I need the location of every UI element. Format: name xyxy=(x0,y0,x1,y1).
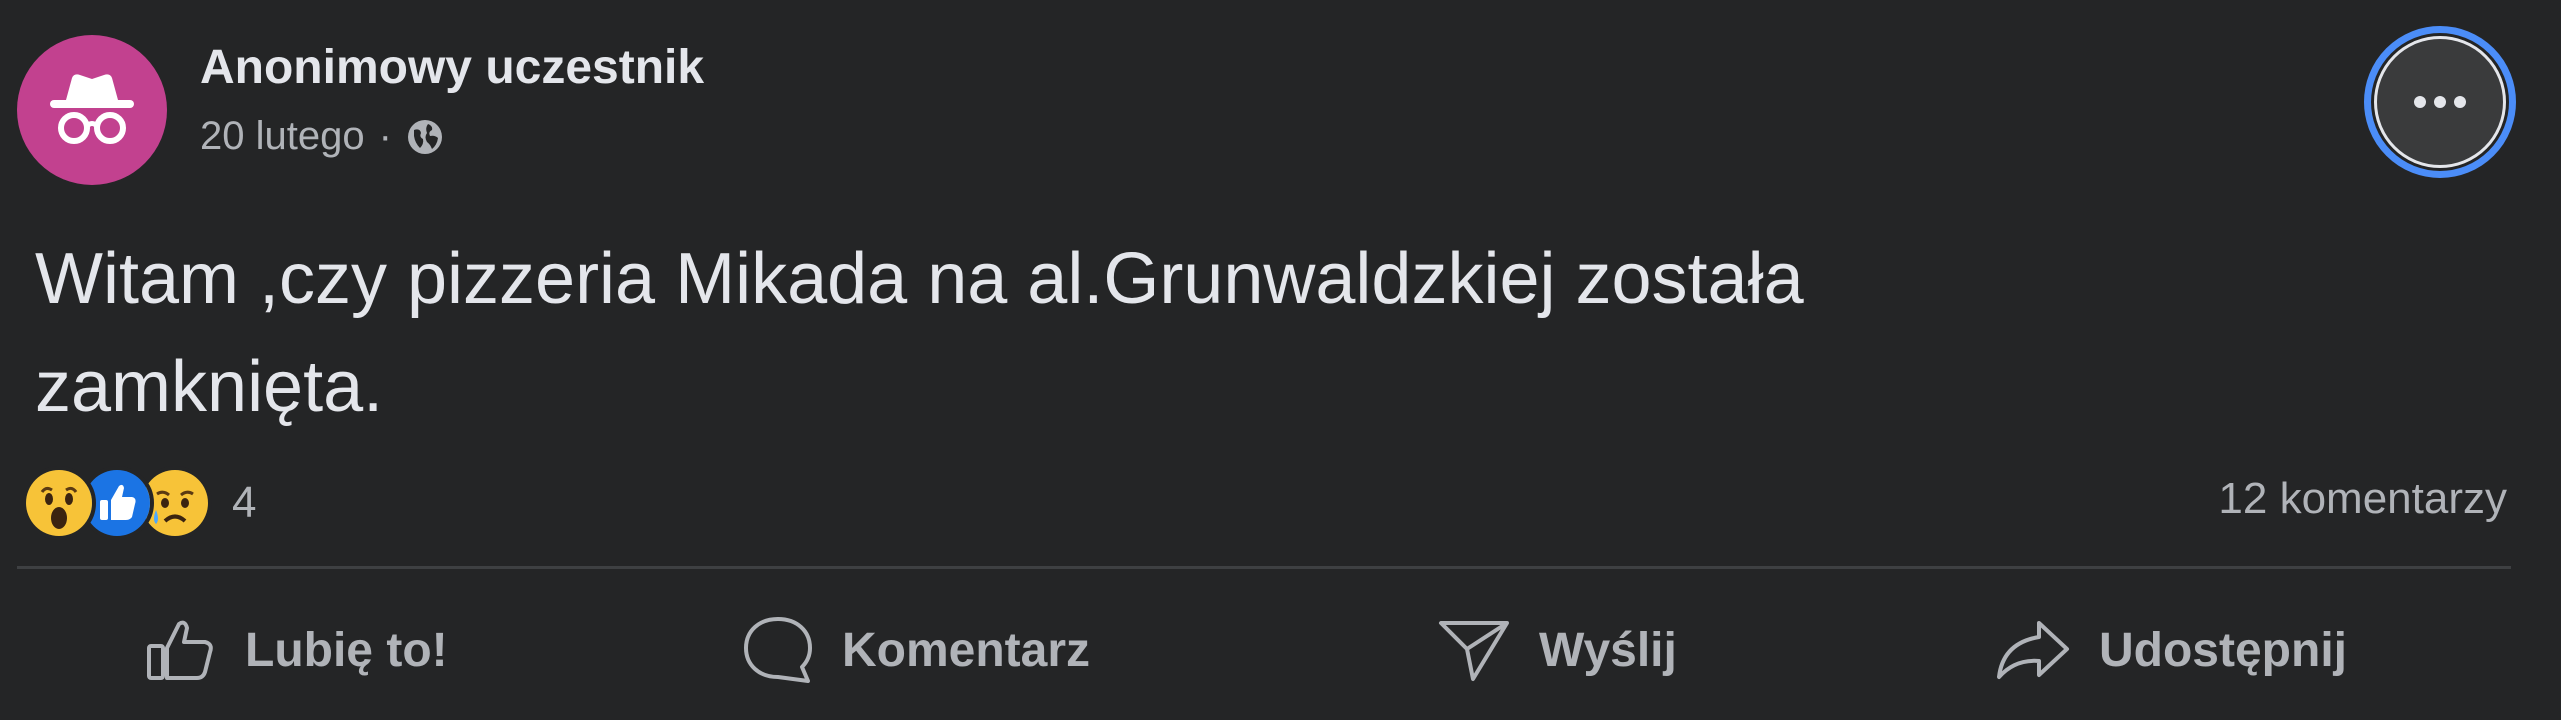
share-arrow-icon xyxy=(1997,621,2069,679)
more-options-inner xyxy=(2374,36,2506,168)
send-icon xyxy=(1439,621,1509,681)
reactions-summary[interactable]: 4 xyxy=(22,466,257,540)
reaction-count: 4 xyxy=(232,478,257,527)
post-body-line-1: Witam ,czy pizzeria Mikada na al.Grunwal… xyxy=(35,239,1804,319)
send-label: Wyślij xyxy=(1539,623,1677,677)
meta-separator: · xyxy=(378,114,392,158)
action-bar: Lubię to! Komentarz Wyślij Udostępnij xyxy=(0,600,2561,700)
share-label: Udostępnij xyxy=(2099,623,2347,677)
comment-button[interactable]: Komentarz xyxy=(742,600,1090,700)
post-date[interactable]: 20 lutego xyxy=(200,114,365,159)
anonymous-avatar[interactable] xyxy=(17,35,167,185)
thumbs-up-icon xyxy=(147,620,213,680)
like-button[interactable]: Lubię to! xyxy=(145,600,448,700)
post-body: Witam ,czy pizzeria Mikada na al.Grunwal… xyxy=(35,225,2335,441)
comment-bubble-icon xyxy=(744,617,812,683)
post-card: Anonimowy uczestnik 20 lutego · Witam ,c… xyxy=(0,0,2561,720)
author-name[interactable]: Anonimowy uczestnik xyxy=(200,40,704,95)
wow-reaction-icon xyxy=(22,466,96,540)
like-label: Lubię to! xyxy=(245,623,448,677)
comments-count[interactable]: 12 komentarzy xyxy=(2218,474,2507,524)
comment-label: Komentarz xyxy=(842,623,1091,677)
globe-icon[interactable] xyxy=(406,118,444,156)
divider xyxy=(17,566,2511,569)
more-options-button[interactable] xyxy=(2364,26,2516,178)
send-button[interactable]: Wyślij xyxy=(1437,600,1677,700)
more-dots-icon xyxy=(2414,96,2466,108)
post-body-line-2: zamknięta. xyxy=(35,347,384,427)
share-button[interactable]: Udostępnij xyxy=(1995,600,2347,700)
incognito-icon xyxy=(50,74,134,144)
post-meta: 20 lutego · xyxy=(200,114,444,159)
